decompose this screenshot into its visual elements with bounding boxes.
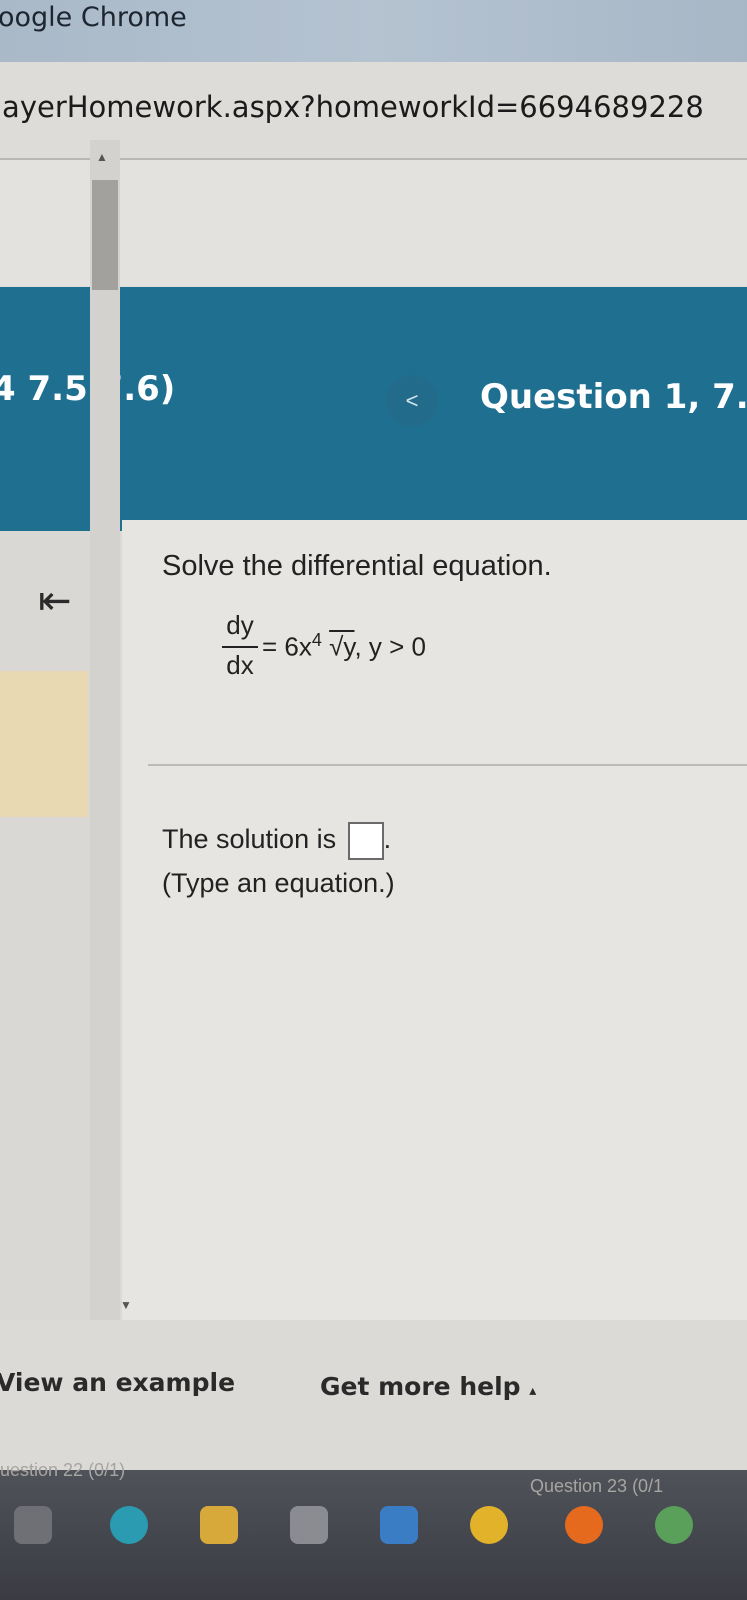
- scrollbar-thumb[interactable]: [92, 180, 118, 290]
- fraction-denominator: dx: [226, 650, 254, 680]
- equation-right-side: = 6x4 √y, y > 0: [262, 630, 426, 663]
- window-title: oogle Chrome: [0, 2, 187, 33]
- get-more-help-label: Get more help: [320, 1372, 521, 1401]
- question-list-tab[interactable]: [0, 671, 88, 817]
- scrollbar-track[interactable]: [90, 140, 120, 1320]
- edge-icon[interactable]: [110, 1506, 148, 1544]
- rhs-prefix: = 6x: [262, 631, 312, 662]
- homework-title: 4 7.5 7.6): [0, 369, 176, 409]
- question-title: Question 1, 7.4: [480, 377, 747, 417]
- scroll-up-arrow-icon[interactable]: ▲: [96, 150, 108, 164]
- answer-input[interactable]: [347, 822, 384, 860]
- solution-label: The solution is: [162, 824, 337, 855]
- next-question-status[interactable]: Question 23 (0/1: [530, 1476, 663, 1497]
- task-view-icon[interactable]: [14, 1506, 52, 1544]
- chrome-icon[interactable]: [470, 1506, 508, 1544]
- store-icon[interactable]: [290, 1506, 328, 1544]
- fraction-numerator: dy: [226, 610, 254, 640]
- rhs-condition: , y > 0: [354, 631, 427, 662]
- browser-title-bar: oogle Chrome: [0, 0, 747, 62]
- mail-icon[interactable]: [380, 1506, 418, 1544]
- solution-period: .: [383, 824, 392, 855]
- answer-hint: (Type an equation.): [162, 868, 395, 898]
- file-explorer-icon[interactable]: [200, 1506, 238, 1544]
- question-pane: Solve the differential equation. dy dx =…: [122, 520, 747, 1320]
- screen: oogle Chrome layerHomework.aspx?homework…: [0, 0, 747, 1600]
- caret-up-icon: ▴: [529, 1383, 537, 1399]
- previous-question-status[interactable]: uestion 22 (0/1): [0, 1460, 125, 1481]
- firefox-icon[interactable]: [565, 1506, 603, 1544]
- collapse-left-icon[interactable]: ⇤: [38, 581, 72, 621]
- chrome-profile-icon[interactable]: [655, 1506, 693, 1544]
- view-example-button[interactable]: View an example: [0, 1368, 235, 1397]
- get-more-help-button[interactable]: Get more help ▴: [320, 1372, 536, 1401]
- rhs-exponent: 4: [311, 630, 322, 650]
- url-text[interactable]: layerHomework.aspx?homeworkId=6694689228: [0, 90, 704, 124]
- previous-question-button[interactable]: <: [386, 375, 438, 427]
- rhs-radical: √y: [329, 631, 355, 662]
- solution-line: The solution is .: [162, 822, 391, 860]
- fraction-bar: [222, 646, 258, 648]
- question-prompt: Solve the differential equation.: [162, 550, 552, 582]
- chevron-left-icon: <: [405, 388, 419, 413]
- scroll-down-arrow-icon[interactable]: ▼: [120, 1298, 132, 1312]
- section-divider: [148, 764, 747, 766]
